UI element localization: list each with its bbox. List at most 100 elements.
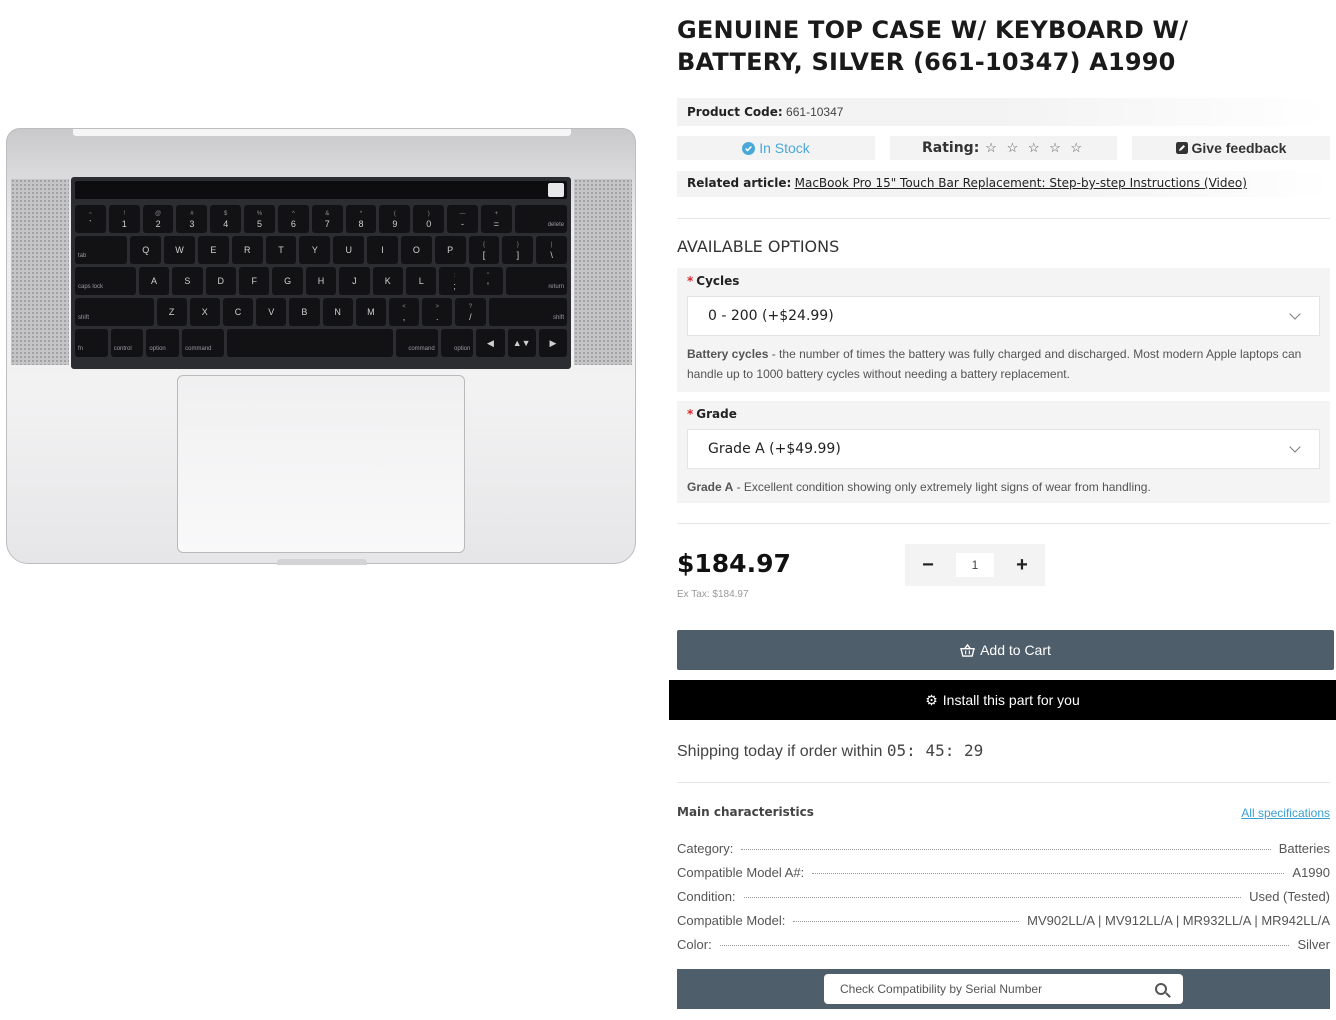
product-title: GENUINE TOP CASE W/ KEYBOARD W/ BATTERY,… — [677, 16, 1189, 76]
keyboard-key: ) 0 — [413, 205, 445, 233]
divider — [677, 782, 1330, 783]
rating[interactable]: Rating: ☆ ☆ ☆ ☆ ☆ — [890, 136, 1117, 160]
keyboard-key: X — [189, 298, 220, 326]
keyboard-row-qwerty: tab Q W E R T Y U I O P{[}] | \ — [75, 236, 568, 264]
keyboard-key: caps lock — [75, 267, 136, 295]
keyboard-key: H — [305, 267, 337, 295]
status-row: In Stock Rating: ☆ ☆ ☆ ☆ ☆ Give feedback — [677, 136, 1330, 160]
related-article-label: Related article: — [687, 176, 792, 190]
divider — [677, 523, 1330, 524]
keyboard-key: W — [164, 236, 195, 264]
keyboard-key: R — [231, 236, 263, 264]
quantity-decrease-button[interactable]: − — [919, 554, 937, 577]
search-icon[interactable] — [1155, 983, 1167, 995]
spec-row: Condition: Used (Tested) — [677, 880, 1330, 904]
touch-bar — [75, 181, 567, 199]
keyboard-key: shift — [488, 298, 568, 326]
left-speaker-grille — [11, 179, 69, 365]
keyboard-key: V — [256, 298, 287, 326]
install-part-label: Install this part for you — [942, 692, 1080, 708]
spec-row: Category: Batteries — [677, 832, 1330, 856]
rating-label: Rating: — [921, 140, 980, 156]
spec-value: MV902LL/A | MV912LL/A | MR932LL/A | MR94… — [1027, 913, 1330, 928]
spec-value: Batteries — [1278, 841, 1330, 856]
keyboard-row-numbers: ~ `! 1 @2 #3 $4% 5 ^ 6 & 7 * 8(9) 0— - + = delete — [75, 205, 568, 233]
keyboard-key: ▶ — [538, 329, 568, 357]
give-feedback-button[interactable]: Give feedback — [1132, 136, 1330, 160]
ex-tax-price: Ex Tax: $184.97 — [677, 589, 749, 600]
serial-number-search-input[interactable]: Check Compatibility by Serial Number — [824, 974, 1183, 1004]
gear-icon: ⚙ — [925, 691, 938, 708]
keyboard-key: D — [205, 267, 236, 295]
required-marker: * — [687, 407, 694, 421]
cycles-selected-value: 0 - 200 (+$24.99) — [708, 308, 834, 324]
keyboard-key: :; — [439, 267, 470, 295]
cycles-label-text: Cycles — [696, 274, 740, 288]
keyboard-row-shift: shift Z X C V B N M <, >.? / shift — [75, 298, 568, 326]
keyboard-key: return — [506, 267, 567, 295]
keyboard-key: tab — [75, 236, 128, 264]
grade-description-text: - Excellent condition showing only extre… — [733, 480, 1151, 494]
keyboard-key: M — [355, 298, 386, 326]
spec-label: Category: — [677, 841, 734, 856]
spec-row: Compatible Model A#: A1990 — [677, 856, 1330, 880]
related-article-link[interactable]: MacBook Pro 15" Touch Bar Replacement: S… — [795, 176, 1247, 190]
keyboard-key: P — [434, 236, 466, 264]
keyboard-key: delete — [514, 205, 568, 233]
shipping-text: Shipping today if order within — [677, 743, 887, 760]
product-image[interactable]: ~ `! 1 @2 #3 $4% 5 ^ 6 & 7 * 8(9) 0— - + = delete tab Q W E R… — [6, 128, 636, 568]
add-to-cart-button[interactable]: Add to Cart — [677, 630, 1334, 670]
install-part-button[interactable]: ⚙ Install this part for you — [669, 680, 1336, 720]
countdown-timer: 05: 45: 29 — [886, 741, 984, 760]
keyboard-key: T — [265, 236, 297, 264]
keyboard-key: fn — [75, 329, 108, 357]
top-case-body: ~ `! 1 @2 #3 $4% 5 ^ 6 & 7 * 8(9) 0— - + = delete tab Q W E R… — [6, 128, 636, 565]
right-speaker-grille — [574, 179, 632, 365]
keyboard-key: F — [238, 267, 270, 295]
cycles-select[interactable]: 0 - 200 (+$24.99) — [687, 296, 1320, 336]
keyboard-key: N — [322, 298, 353, 326]
keyboard-key: command — [396, 329, 438, 357]
edit-icon — [1175, 142, 1188, 154]
cycles-label: * Cycles — [687, 274, 1320, 296]
cycles-description-text: - the number of times the battery was fu… — [687, 347, 1302, 381]
related-article: Related article: MacBook Pro 15" Touch B… — [677, 171, 1330, 197]
add-to-cart-label: Add to Cart — [980, 642, 1051, 658]
keyboard-key: ? / — [455, 298, 486, 326]
keyboard-key: " ' — [472, 267, 504, 295]
keyboard-key: ▲▼ — [507, 329, 536, 357]
keyboard-key: A — [138, 267, 170, 295]
spec-label: Condition: — [677, 889, 736, 904]
keyboard-key: % 5 — [244, 205, 275, 233]
spec-leader — [793, 921, 1020, 922]
cycles-description-term: Battery cycles — [687, 347, 769, 361]
compatibility-bar: Check Compatibility by Serial Number — [677, 969, 1330, 1009]
all-specifications-link[interactable]: All specifications — [1241, 806, 1330, 820]
keyboard-key: command — [182, 329, 224, 357]
quantity-input[interactable] — [956, 553, 994, 577]
stock-status-text: In Stock — [759, 140, 810, 156]
spec-leader — [743, 897, 1242, 898]
keyboard-key: G — [272, 267, 303, 295]
quantity-stepper: − + — [905, 544, 1045, 586]
keyboard-key: >. — [422, 298, 453, 326]
rating-stars[interactable]: ☆ ☆ ☆ ☆ ☆ — [985, 140, 1085, 156]
basket-icon — [960, 643, 975, 657]
chevron-down-icon — [1289, 441, 1301, 453]
cycles-description: Battery cycles - the number of times the… — [687, 336, 1320, 392]
spec-value: Silver — [1297, 937, 1330, 952]
quantity-increase-button[interactable]: + — [1013, 554, 1031, 577]
stock-status: In Stock — [677, 136, 875, 160]
spec-leader — [812, 873, 1285, 874]
chevron-down-icon — [1289, 308, 1301, 320]
keyboard-key: ! 1 — [108, 205, 140, 233]
keyboard-key: — - — [447, 205, 478, 233]
main-characteristics-heading: Main characteristics — [677, 805, 814, 819]
keyboard-key: ◀ — [476, 329, 505, 357]
grade-select[interactable]: Grade A (+$49.99) — [687, 429, 1320, 469]
spec-leader — [741, 849, 1271, 850]
keyboard-key: ~ ` — [75, 205, 106, 233]
keyboard-key: E — [197, 236, 229, 264]
spec-label: Color: — [677, 937, 712, 952]
hinge-lip — [73, 129, 571, 136]
